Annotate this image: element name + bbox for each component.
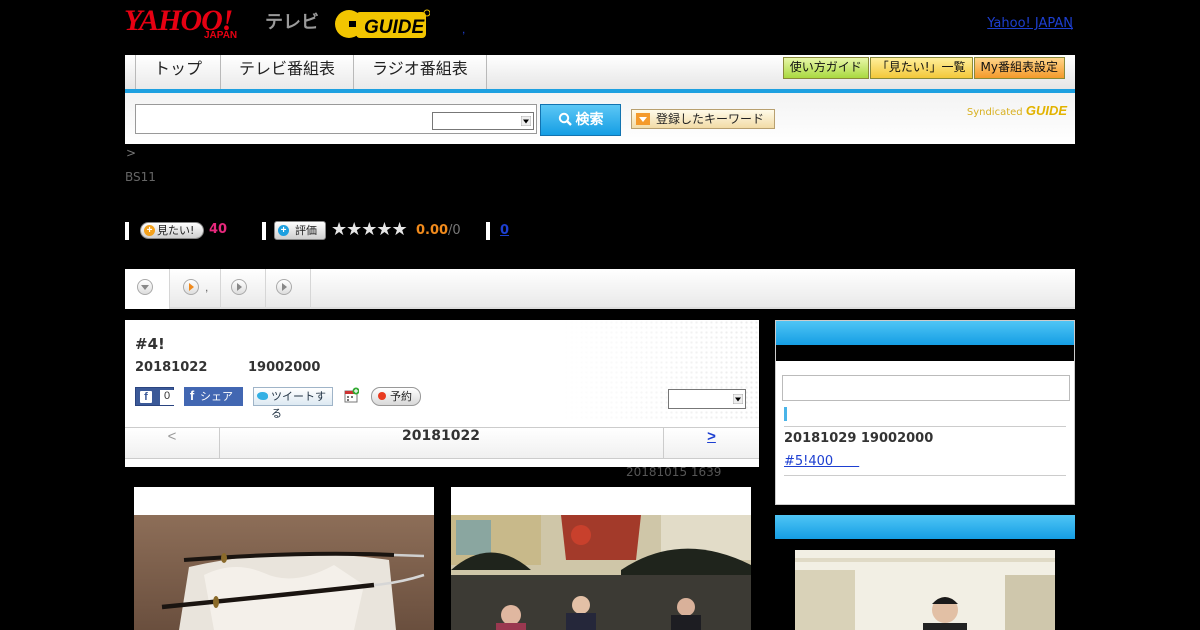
next-episode-box: 20181029 19002000 #5!400 bbox=[775, 320, 1075, 505]
facebook-icon: f bbox=[189, 388, 195, 403]
reserve-label: 予約 bbox=[390, 390, 412, 403]
stat-divider bbox=[125, 222, 129, 240]
facebook-like-button[interactable]: f 0 bbox=[135, 387, 174, 406]
nav-tab-tv-listings[interactable]: テレビ番組表 bbox=[221, 55, 355, 89]
facebook-icon: f bbox=[140, 391, 152, 403]
episode-panel: #4! 20181022 19002000 f 0 f シェア ツイートする 予約… bbox=[125, 320, 759, 467]
rating-stars: ★★★★★ bbox=[331, 219, 408, 240]
play-icon bbox=[276, 279, 292, 295]
rate-button[interactable]: + 評価 bbox=[274, 221, 326, 240]
subtab-4[interactable] bbox=[266, 269, 311, 307]
subtab-detail[interactable] bbox=[125, 269, 170, 309]
mitai-label: 見たい! bbox=[157, 224, 195, 237]
prev-date-link[interactable]: < bbox=[125, 428, 220, 458]
updated-timestamp: 20181015 1639 bbox=[626, 465, 722, 479]
share-label: シェア bbox=[200, 390, 233, 403]
facebook-share-button[interactable]: f シェア bbox=[184, 387, 243, 406]
like-count: 0 bbox=[160, 390, 174, 405]
mitai-list-button[interactable]: 「見たい!」一覧 bbox=[869, 57, 973, 79]
yahoo-logo-sub: JAPAN bbox=[204, 30, 238, 41]
chevron-down-icon bbox=[137, 279, 153, 295]
rating-value: 0.00 bbox=[416, 223, 449, 238]
tweet-label: ツイートする bbox=[271, 390, 326, 420]
mitai-count: 40 bbox=[209, 222, 228, 237]
sidebar-photo-box bbox=[775, 515, 1075, 630]
yahoo-japan-logo[interactable]: YAHOO! JAPAN bbox=[124, 6, 237, 42]
rate-label: 評価 bbox=[295, 224, 317, 237]
sidebar-photo-header bbox=[775, 515, 1075, 539]
episode-time: 19002000 bbox=[248, 360, 321, 375]
play-icon bbox=[231, 279, 247, 295]
search-button[interactable]: 検索 bbox=[540, 104, 621, 136]
header-mark: , bbox=[462, 22, 466, 36]
tweet-button[interactable]: ツイートする bbox=[253, 387, 333, 420]
divider bbox=[784, 475, 1066, 476]
sidebar-subheader bbox=[776, 345, 1074, 361]
next-date-link[interactable]: > bbox=[664, 428, 759, 458]
subtab-2[interactable]: , bbox=[170, 269, 221, 307]
episode-photo-swords[interactable] bbox=[134, 487, 434, 630]
twitter-bird-icon bbox=[257, 392, 268, 400]
search-bar: 検索 登録したキーワード Syndicated GUIDE bbox=[125, 93, 1075, 144]
main-nav: トップ テレビ番組表 ラジオ番組表 使い方ガイド 「見たい!」一覧 My番組表設… bbox=[125, 55, 1075, 93]
subtab-3[interactable] bbox=[221, 269, 266, 307]
comment-count-link[interactable]: 0 bbox=[500, 223, 509, 238]
subtab-2-label: , bbox=[205, 280, 209, 294]
mitai-button[interactable]: + 見たい! bbox=[140, 222, 204, 239]
syndicated-logo: GUIDE bbox=[1025, 103, 1067, 118]
episode-photo-studio[interactable] bbox=[451, 487, 751, 630]
play-icon bbox=[183, 279, 199, 295]
dropdown-arrow-icon bbox=[636, 113, 650, 125]
chevron-down-icon bbox=[521, 116, 531, 126]
saved-keywords-button[interactable]: 登録したキーワード bbox=[631, 109, 775, 129]
my-listings-settings-button[interactable]: My番組表設定 bbox=[973, 57, 1065, 79]
episode-date: 20181022 bbox=[135, 360, 208, 375]
episode-select[interactable] bbox=[668, 389, 746, 409]
current-date: 20181022 bbox=[219, 428, 664, 458]
saved-keywords-label: 登録したキーワード bbox=[656, 112, 765, 126]
header-separator: , bbox=[1070, 16, 1074, 31]
svg-text:GUIDE: GUIDE bbox=[364, 17, 426, 38]
date-navigation: < 20181022 > bbox=[125, 427, 759, 459]
plus-icon: + bbox=[278, 225, 289, 236]
search-icon bbox=[558, 112, 572, 126]
yahoo-japan-link[interactable]: Yahoo! JAPAN bbox=[987, 16, 1073, 31]
nav-tab-top[interactable]: トップ bbox=[135, 55, 222, 89]
usage-guide-button[interactable]: 使い方ガイド bbox=[782, 57, 869, 79]
next-episode-link[interactable]: #5!400 bbox=[784, 450, 859, 469]
rating-total: /0 bbox=[448, 223, 461, 238]
stat-divider bbox=[486, 222, 490, 240]
plus-icon: + bbox=[144, 225, 155, 236]
section-marker bbox=[784, 407, 787, 421]
syndicated-gguide-logo: Syndicated GUIDE bbox=[967, 103, 1067, 118]
breadcrumb: > bbox=[126, 146, 137, 160]
reserve-button[interactable]: 予約 bbox=[371, 387, 421, 406]
search-category-select[interactable] bbox=[432, 112, 534, 130]
sidebar-photo-host[interactable] bbox=[795, 550, 1055, 630]
search-button-label: 検索 bbox=[575, 112, 604, 128]
gguide-logo[interactable]: GUIDE bbox=[334, 7, 431, 41]
syndicated-label: Syndicated bbox=[966, 107, 1023, 118]
tv-label: テレビ bbox=[265, 12, 319, 33]
episode-title: #4! bbox=[135, 335, 165, 353]
nav-tab-radio-listings[interactable]: ラジオ番組表 bbox=[354, 55, 487, 89]
next-episode-date: 20181029 19002000 bbox=[784, 431, 934, 446]
calendar-add-icon[interactable] bbox=[344, 387, 359, 403]
record-icon bbox=[378, 392, 386, 400]
channel-name: BS11 bbox=[125, 170, 156, 184]
sidebar-input[interactable] bbox=[782, 375, 1070, 401]
stat-divider bbox=[262, 222, 266, 240]
divider bbox=[784, 426, 1066, 427]
sidebar-header bbox=[776, 321, 1074, 345]
program-subtabs: , bbox=[125, 269, 1075, 309]
chevron-down-icon bbox=[733, 394, 743, 404]
